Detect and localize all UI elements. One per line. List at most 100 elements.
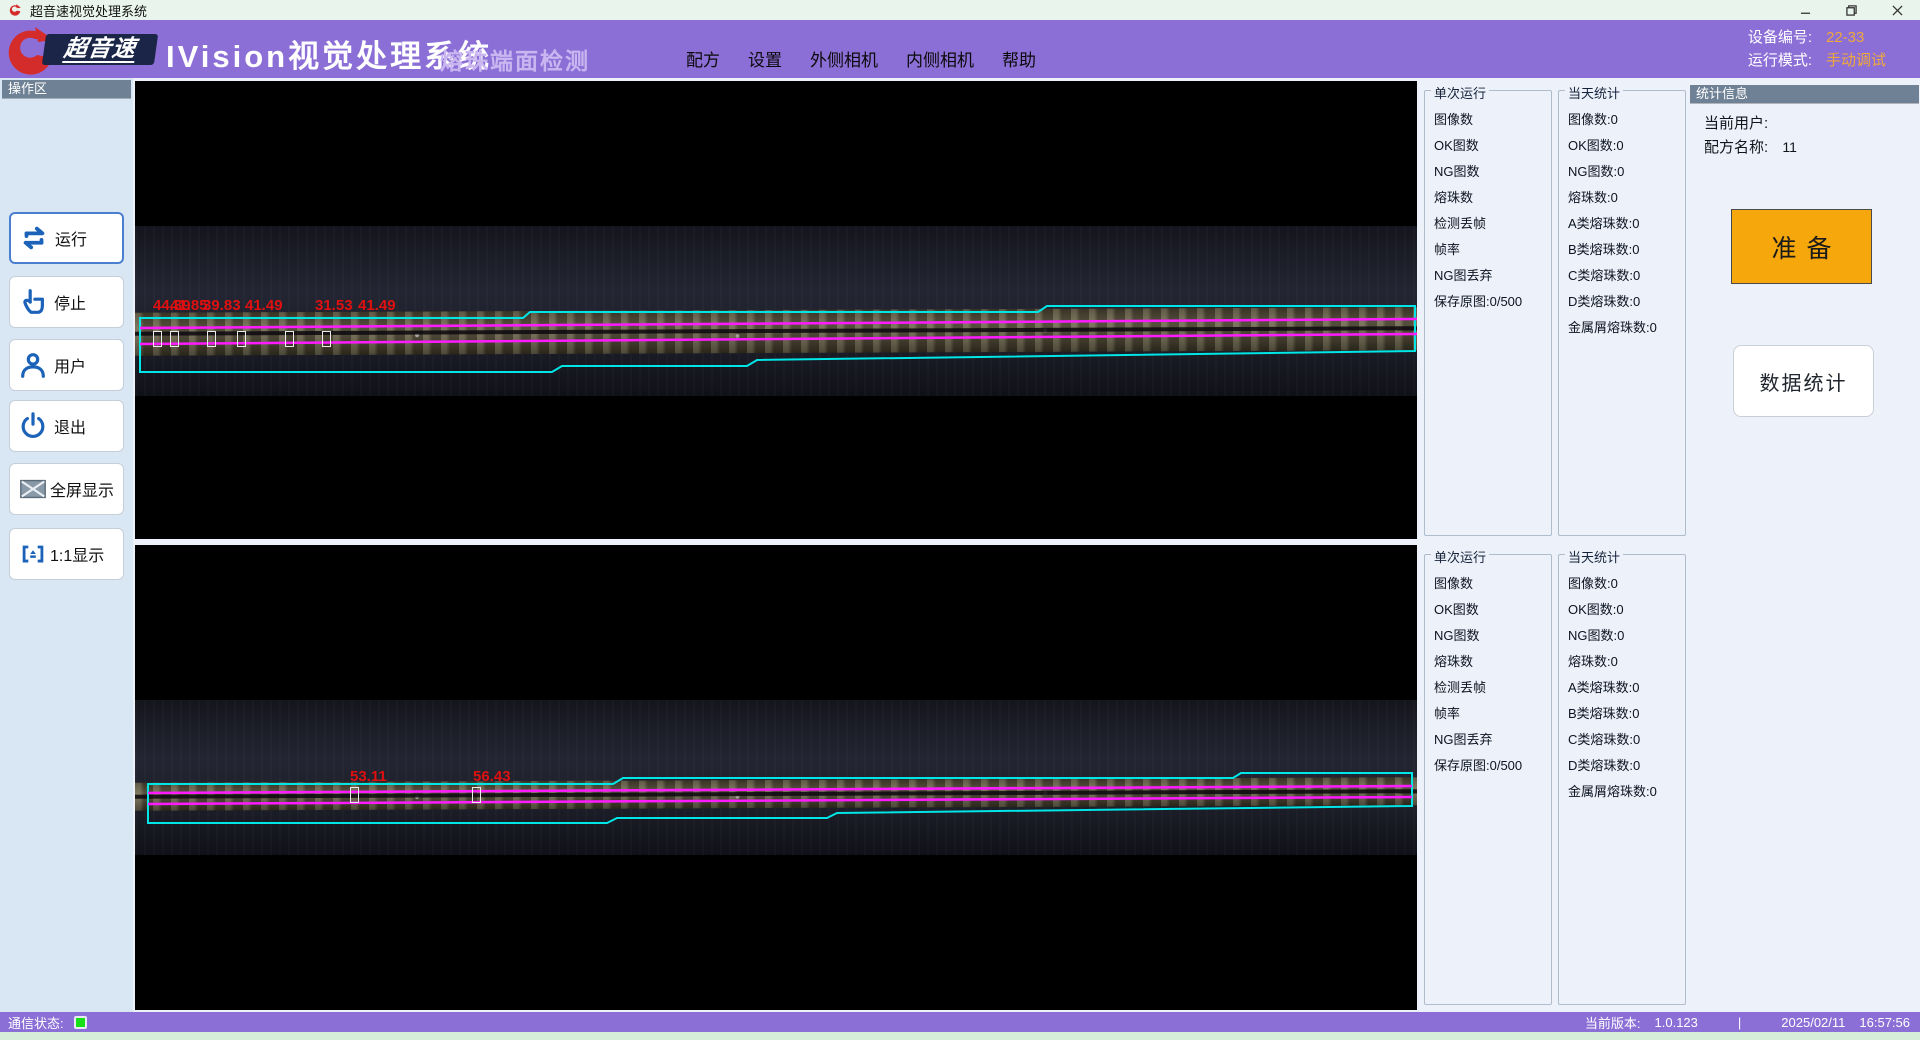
group-title: 当天统计 (1565, 83, 1623, 102)
status-date: 2025/02/11 (1781, 1015, 1845, 1030)
separator: | (1738, 1015, 1741, 1030)
stat-row: D类熔珠数:0 (1559, 289, 1685, 315)
comm-status-led (74, 1016, 87, 1029)
stat-row: B类熔珠数:0 (1559, 237, 1685, 263)
stat-row: 熔珠数 (1425, 649, 1551, 675)
brand-logo: 超音速 (4, 22, 164, 76)
hand-stop-icon (18, 287, 48, 317)
menu-item-help[interactable]: 帮助 (1002, 46, 1036, 71)
stat-row: 图像数 (1425, 107, 1551, 133)
menu-item-recipe[interactable]: 配方 (686, 46, 720, 71)
brand-name: 超音速 (62, 36, 138, 63)
stat-row: 金属屑熔珠数:0 (1559, 315, 1685, 341)
group-title: 单次运行 (1431, 83, 1489, 102)
stat-row: 熔珠数:0 (1559, 185, 1685, 211)
detection-box (350, 787, 359, 803)
app-subtitle: 熔珠端面检测 (440, 42, 590, 76)
operation-sidebar: 操作区 运行 停止 (0, 78, 133, 1012)
stat-row: OK图数 (1425, 597, 1551, 623)
outer-camera-view: 44.3941.8539.8341.4931.5341.49 (135, 81, 1417, 539)
power-icon (18, 411, 48, 441)
stat-row: NG图丢弃 (1425, 263, 1551, 289)
menu-item-settings[interactable]: 设置 (748, 46, 782, 71)
stat-row: NG图数 (1425, 623, 1551, 649)
stat-row: C类熔珠数:0 (1559, 263, 1685, 289)
group-title: 当天统计 (1565, 547, 1623, 566)
fullscreen-button-label: 全屏显示 (50, 477, 114, 501)
measurement-label: 41.49 (358, 297, 396, 314)
stat-row: OK图数 (1425, 133, 1551, 159)
stat-row: 保存原图:0/500 (1425, 753, 1551, 779)
device-info: 设备编号: 22-33 运行模式: 手动调试 (1748, 26, 1904, 72)
detection-box (153, 331, 162, 347)
stat-row: D类熔珠数:0 (1559, 753, 1685, 779)
info-panel-title: 统计信息 (1690, 85, 1919, 103)
measurement-label: 39.83 (203, 297, 241, 314)
stat-row: NG图数 (1425, 159, 1551, 185)
exit-button[interactable]: 退出 (9, 400, 124, 452)
comm-status-label: 通信状态: (8, 1013, 64, 1032)
menu-item-outer-camera[interactable]: 外侧相机 (810, 46, 878, 71)
ready-button[interactable]: 准备 (1731, 209, 1872, 284)
minimize-button[interactable] (1782, 0, 1828, 20)
menu-item-inner-camera[interactable]: 内侧相机 (906, 46, 974, 71)
device-id-label: 设备编号: (1748, 26, 1812, 49)
user-button[interactable]: 用户 (9, 339, 124, 391)
group-title: 单次运行 (1431, 547, 1489, 566)
window-bottom-edge (0, 1032, 1920, 1040)
stat-row: 保存原图:0/500 (1425, 289, 1551, 315)
stat-row: 帧率 (1425, 701, 1551, 727)
detection-box (170, 331, 179, 347)
fullscreen-icon (18, 474, 48, 504)
run-mode-label: 运行模式: (1748, 49, 1812, 72)
current-user-label: 当前用户: (1704, 115, 1768, 132)
close-button[interactable] (1874, 0, 1920, 20)
detection-overlay (135, 545, 1417, 1010)
run-cycle-icon (19, 223, 49, 253)
stat-row: NG图数:0 (1559, 623, 1685, 649)
stat-row: NG图丢弃 (1425, 727, 1551, 753)
stat-row: OK图数:0 (1559, 133, 1685, 159)
stat-row: 图像数:0 (1559, 571, 1685, 597)
stop-button-label: 停止 (54, 290, 86, 314)
data-statistics-button[interactable]: 数据统计 (1733, 345, 1874, 417)
single-run-group: 单次运行 图像数OK图数NG图数熔珠数检测丢帧帧率NG图丢弃保存原图:0/500 (1424, 90, 1552, 536)
stat-row: NG图数:0 (1559, 159, 1685, 185)
fullscreen-button[interactable]: 全屏显示 (9, 463, 124, 515)
status-time: 16:57:56 (1859, 1015, 1910, 1030)
stat-row: 检测丢帧 (1425, 675, 1551, 701)
sidebar-title: 操作区 (2, 80, 131, 98)
statistics-column: 单次运行 图像数OK图数NG图数熔珠数检测丢帧帧率NG图丢弃保存原图:0/500… (1424, 78, 1686, 1012)
one-to-one-button-label: 1:1显示 (50, 542, 104, 566)
one-to-one-button[interactable]: 1:1显示 (9, 528, 124, 580)
stat-row: 图像数 (1425, 571, 1551, 597)
stat-row: 金属屑熔珠数:0 (1559, 779, 1685, 805)
app-logo-icon (8, 3, 22, 17)
brand-badge: 超音速 (42, 34, 158, 65)
window-title: 超音速视觉处理系统 (30, 1, 147, 20)
stat-row: C类熔珠数:0 (1559, 727, 1685, 753)
version-time-area: 当前版本: 1.0.123 | 2025/02/11 16:57:56 (1585, 1013, 1910, 1032)
stat-row: B类熔珠数:0 (1559, 701, 1685, 727)
run-button[interactable]: 运行 (9, 212, 124, 264)
version-label: 当前版本: (1585, 1013, 1641, 1032)
stop-button[interactable]: 停止 (9, 276, 124, 328)
recipe-name-value: 11 (1782, 139, 1797, 155)
detection-box (322, 331, 331, 347)
title-bar: 超音速视觉处理系统 (0, 0, 1920, 20)
detection-box (285, 331, 294, 347)
inner-camera-view: 53.1156.43 (135, 545, 1417, 1010)
measurement-label: 31.53 (315, 297, 353, 314)
menu-bar: 配方 设置 外侧相机 内侧相机 帮助 (686, 46, 1036, 71)
run-mode-value: 手动调试 (1826, 49, 1904, 72)
stat-row: 熔珠数:0 (1559, 649, 1685, 675)
single-run-group: 单次运行 图像数OK图数NG图数熔珠数检测丢帧帧率NG图丢弃保存原图:0/500 (1424, 554, 1552, 1005)
device-id-value: 22-33 (1826, 26, 1904, 49)
window-controls (1782, 0, 1920, 20)
inner-camera-stats-panel: 单次运行 图像数OK图数NG图数熔珠数检测丢帧帧率NG图丢弃保存原图:0/500… (1424, 545, 1686, 1008)
user-button-label: 用户 (54, 353, 86, 377)
measurement-label: 56.43 (473, 768, 511, 785)
daily-stats-group: 当天统计 图像数:0OK图数:0NG图数:0熔珠数:0A类熔珠数:0B类熔珠数:… (1558, 90, 1686, 536)
version-value: 1.0.123 (1655, 1015, 1698, 1030)
restore-button[interactable] (1828, 0, 1874, 20)
